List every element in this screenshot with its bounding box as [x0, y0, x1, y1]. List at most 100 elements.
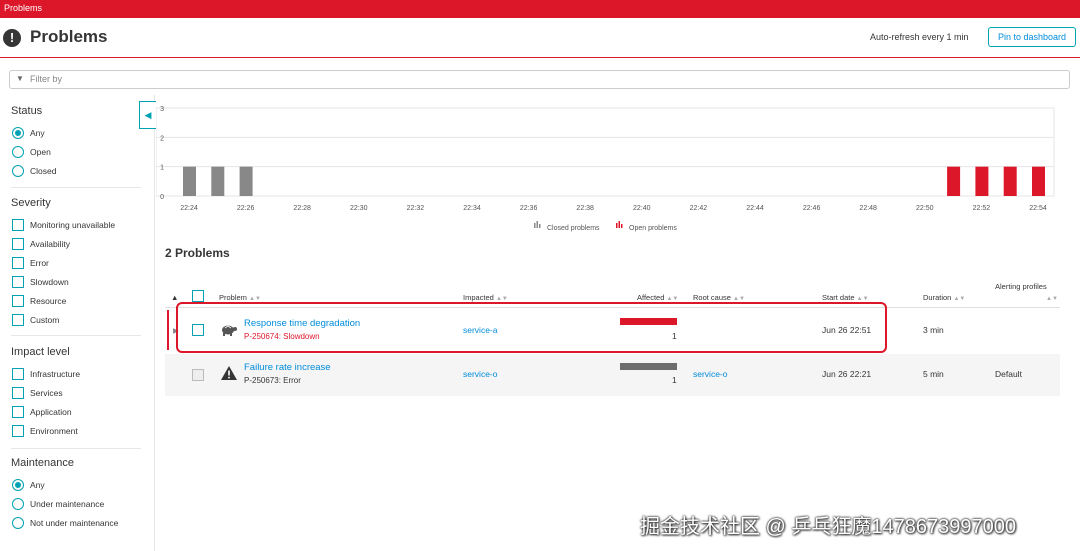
checkbox-icon[interactable]: [12, 368, 24, 380]
col-start-date[interactable]: Start date ▲▼: [822, 293, 869, 302]
divider: [11, 335, 141, 336]
option-label: Environment: [30, 426, 78, 436]
x-tick-label: 22:44: [746, 205, 764, 212]
option-label: Any: [30, 128, 45, 138]
checkbox-icon[interactable]: [12, 276, 24, 288]
collapse-sidebar-icon[interactable]: ◀: [139, 101, 156, 129]
col-affected[interactable]: Affected ▲▼: [637, 293, 678, 302]
option-label: Closed: [30, 166, 57, 176]
legend-swatch: [539, 224, 541, 228]
col-label: Alerting profiles: [995, 282, 1047, 291]
checkbox-icon[interactable]: [12, 425, 24, 437]
problem-title-link[interactable]: Failure rate increase: [244, 362, 331, 373]
option-label: Resource: [30, 296, 67, 306]
col-label: Start date: [822, 293, 855, 302]
alerting-profile: Default: [995, 369, 1022, 379]
affected-count: 1: [672, 375, 677, 385]
filter-placeholder: Filter by: [30, 74, 63, 84]
filter-input[interactable]: ▼ Filter by: [9, 70, 1070, 89]
radio-icon[interactable]: [12, 146, 24, 158]
col-alerting-profiles[interactable]: Alerting profiles: [995, 281, 1055, 293]
x-tick-label: 22:46: [803, 205, 821, 212]
page-title: Problems: [30, 27, 108, 46]
option-label: Monitoring unavailable: [30, 220, 116, 230]
legend-swatch: [616, 223, 618, 228]
checkbox-icon[interactable]: [12, 238, 24, 250]
col-label: Problem: [219, 293, 247, 302]
option-label: Application: [30, 407, 72, 417]
x-tick-label: 22:26: [237, 205, 255, 212]
y-tick-label: 2: [160, 135, 164, 142]
sort-all-icon[interactable]: ▲: [171, 293, 178, 302]
option-label: Infrastructure: [30, 369, 81, 379]
legend-label: Open problems: [629, 225, 677, 232]
x-tick-label: 22:40: [633, 205, 651, 212]
app-titlebar: Problems: [0, 0, 1080, 18]
radio-selected-icon[interactable]: [12, 479, 24, 491]
problems-timeline-chart: 0 1 2 3 22:24 22:26 22:28 22:30 22:32 22:34 22:36 2…: [156, 106, 1055, 232]
option-label: Error: [30, 258, 49, 268]
col-label: Duration: [923, 293, 952, 302]
row-checkbox[interactable]: [192, 369, 204, 381]
x-tick-label: 22:30: [350, 205, 368, 212]
x-tick-label: 22:48: [859, 205, 877, 212]
checkbox-icon[interactable]: [12, 219, 24, 231]
severity-title: Severity: [11, 197, 51, 209]
status-title: Status: [11, 105, 43, 117]
impacted-link[interactable]: service-o: [463, 369, 497, 379]
sort-icon[interactable]: ▲▼: [1046, 293, 1058, 302]
y-tick-label: 3: [160, 106, 164, 113]
option-label: Under maintenance: [30, 499, 105, 509]
divider: [11, 187, 141, 188]
radio-selected-icon[interactable]: [12, 127, 24, 139]
bar: [975, 166, 989, 196]
x-tick-label: 22:28: [293, 205, 311, 212]
pin-to-dashboard-button[interactable]: Pin to dashboard: [988, 27, 1076, 47]
radio-icon[interactable]: [12, 165, 24, 177]
problems-icon: !: [3, 29, 21, 47]
sort-icon: ▲▼: [953, 296, 966, 302]
legend-swatch: [536, 221, 538, 228]
checkbox-icon[interactable]: [12, 314, 24, 326]
legend-swatch: [534, 223, 536, 228]
checkbox-icon[interactable]: [12, 295, 24, 307]
bar: [1032, 166, 1045, 196]
auto-refresh-text: Auto-refresh every 1 min: [870, 32, 969, 42]
x-tick-label: 22:42: [690, 205, 708, 212]
select-all-checkbox[interactable]: [192, 290, 204, 302]
bar: [183, 166, 196, 196]
filter-icon: ▼: [16, 74, 24, 83]
affected-bar: [620, 363, 677, 370]
radio-icon[interactable]: [12, 517, 24, 529]
x-tick-label: 22:38: [576, 205, 594, 212]
x-tick-label: 22:52: [973, 205, 991, 212]
checkbox-icon[interactable]: [12, 406, 24, 418]
col-impacted[interactable]: Impacted ▲▼: [463, 293, 508, 302]
checkbox-icon[interactable]: [12, 387, 24, 399]
root-cause-link[interactable]: service-o: [693, 369, 727, 379]
option-label: Open: [30, 147, 51, 157]
x-tick-label: 22:50: [916, 205, 934, 212]
col-root-cause[interactable]: Root cause ▲▼: [693, 293, 745, 302]
page-header: ! Problems Auto-refresh every 1 min Pin …: [0, 18, 1080, 58]
problems-count-title: 2 Problems: [165, 246, 230, 260]
y-tick-label: 0: [160, 194, 164, 201]
col-duration[interactable]: Duration ▲▼: [923, 293, 965, 302]
problem-id: P-250673: Error: [244, 376, 301, 385]
bar: [239, 166, 253, 196]
option-label: Custom: [30, 315, 60, 325]
legend-swatch: [618, 221, 620, 228]
checkbox-icon[interactable]: [12, 257, 24, 269]
col-label: Impacted: [463, 293, 494, 302]
option-label: Availability: [30, 239, 71, 249]
legend-label: Closed problems: [547, 225, 600, 232]
legend-swatch: [621, 224, 623, 228]
duration: 3 min: [923, 325, 944, 335]
x-tick-label: 22:32: [407, 205, 425, 212]
filter-sidebar: Status Any Open Closed Severity Monitori…: [0, 95, 155, 551]
plot-frame: [156, 107, 1055, 197]
y-tick-label: 1: [160, 165, 164, 172]
col-problem[interactable]: Problem ▲▼: [219, 293, 261, 302]
watermark: 掘金技术社区 @ 乒乓狂魔1478673997000: [640, 516, 1017, 538]
radio-icon[interactable]: [12, 498, 24, 510]
